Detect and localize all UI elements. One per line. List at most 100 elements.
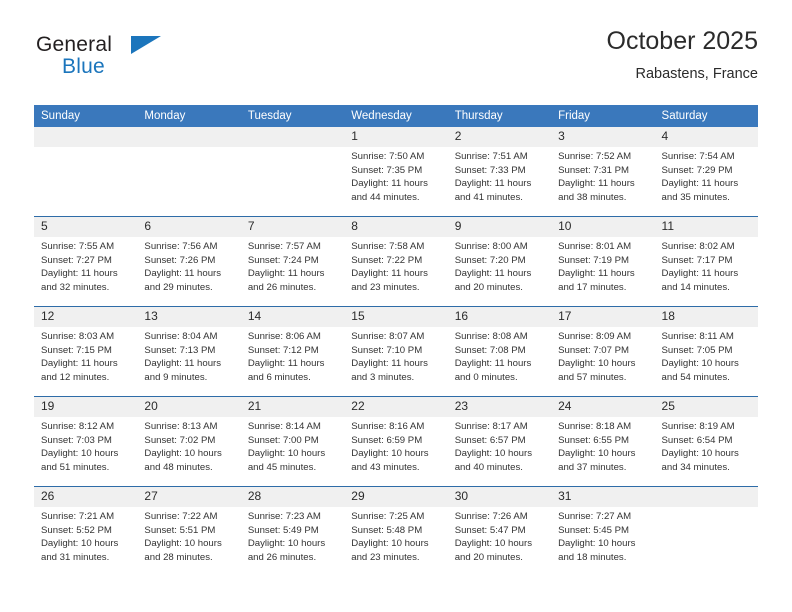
sunrise-text: Sunrise: 8:08 AM — [454, 331, 528, 343]
daylight-text-line2: and 3 minutes. — [351, 372, 415, 384]
daylight-text-line2: and 14 minutes. — [661, 282, 730, 294]
day-cell[interactable] — [34, 127, 138, 217]
sunrise-text: Sunrise: 7:22 AM — [144, 511, 218, 523]
day-info: Sunrise: 7:55 AM Sunset: 7:27 PM Dayligh… — [34, 237, 137, 294]
sunset-text: Sunset: 5:51 PM — [144, 524, 216, 536]
day-info: Sunrise: 7:52 AM Sunset: 7:31 PM Dayligh… — [551, 147, 654, 204]
day-cell[interactable]: 3 Sunrise: 7:52 AM Sunset: 7:31 PM Dayli… — [551, 127, 655, 217]
daylight-text-line1: Daylight: 10 hours — [144, 538, 222, 550]
day-cell[interactable]: 29 Sunrise: 7:25 AM Sunset: 5:48 PM Dayl… — [344, 486, 448, 576]
day-cell[interactable] — [654, 486, 758, 576]
daylight-text-line2: and 6 minutes. — [247, 372, 311, 384]
day-cell[interactable]: 18 Sunrise: 8:11 AM Sunset: 7:05 PM Dayl… — [654, 306, 758, 397]
day-cell[interactable]: 5 Sunrise: 7:55 AM Sunset: 7:27 PM Dayli… — [34, 216, 138, 307]
day-cell[interactable]: 30 Sunrise: 7:26 AM Sunset: 5:47 PM Dayl… — [447, 486, 552, 576]
day-number: 20 — [137, 397, 241, 418]
day-cell[interactable]: 14 Sunrise: 8:06 AM Sunset: 7:12 PM Dayl… — [240, 306, 345, 397]
day-cell[interactable]: 21 Sunrise: 8:14 AM Sunset: 7:00 PM Dayl… — [240, 396, 345, 487]
day-cell[interactable]: 22 Sunrise: 8:16 AM Sunset: 6:59 PM Dayl… — [344, 396, 448, 487]
daylight-text-line1: Daylight: 11 hours — [41, 268, 118, 280]
day-cell[interactable] — [137, 127, 241, 217]
day-cell[interactable]: 15 Sunrise: 8:07 AM Sunset: 7:10 PM Dayl… — [344, 306, 448, 397]
day-info: Sunrise: 8:17 AM Sunset: 6:57 PM Dayligh… — [448, 417, 551, 474]
day-cell[interactable]: 2 Sunrise: 7:51 AM Sunset: 7:33 PM Dayli… — [447, 127, 552, 217]
day-info: Sunrise: 8:07 AM Sunset: 7:10 PM Dayligh… — [344, 327, 447, 384]
daylight-text-line1: Daylight: 10 hours — [247, 448, 326, 460]
day-cell[interactable]: 27 Sunrise: 7:22 AM Sunset: 5:51 PM Dayl… — [137, 486, 241, 576]
daylight-text-line2: and 0 minutes. — [454, 372, 518, 384]
day-cell[interactable]: 9 Sunrise: 8:00 AM Sunset: 7:20 PM Dayli… — [447, 216, 552, 307]
day-info: Sunrise: 7:22 AM Sunset: 5:51 PM Dayligh… — [137, 507, 240, 564]
sunrise-text: Sunrise: 7:21 AM — [41, 511, 115, 523]
daylight-text-line1: Daylight: 10 hours — [558, 358, 636, 370]
sunrise-text: Sunrise: 8:04 AM — [144, 331, 218, 343]
sunrise-text: Sunrise: 8:16 AM — [351, 421, 425, 433]
day-cell[interactable]: 24 Sunrise: 8:18 AM Sunset: 6:55 PM Dayl… — [551, 396, 655, 487]
sunrise-text: Sunrise: 8:13 AM — [144, 421, 218, 433]
day-cell[interactable]: 8 Sunrise: 7:58 AM Sunset: 7:22 PM Dayli… — [344, 216, 448, 307]
day-info — [137, 147, 240, 150]
day-number: 21 — [240, 397, 345, 418]
sunset-text: Sunset: 7:27 PM — [41, 254, 112, 266]
daylight-text-line2: and 45 minutes. — [247, 462, 317, 474]
day-number: 17 — [551, 307, 655, 328]
day-number: 1 — [344, 127, 448, 148]
day-number: 10 — [551, 217, 655, 238]
day-cell[interactable]: 11 Sunrise: 8:02 AM Sunset: 7:17 PM Dayl… — [654, 216, 758, 307]
day-number: 24 — [551, 397, 655, 418]
day-cell[interactable]: 6 Sunrise: 7:56 AM Sunset: 7:26 PM Dayli… — [137, 216, 241, 307]
day-cell[interactable]: 26 Sunrise: 7:21 AM Sunset: 5:52 PM Dayl… — [34, 486, 138, 576]
daylight-text-line2: and 23 minutes. — [351, 282, 420, 294]
general-blue-logo[interactable]: General Blue — [34, 32, 234, 88]
weekday-header-wednesday: Wednesday — [344, 105, 448, 127]
day-cell[interactable]: 17 Sunrise: 8:09 AM Sunset: 7:07 PM Dayl… — [551, 306, 655, 397]
day-cell[interactable] — [240, 127, 345, 217]
day-cell[interactable]: 31 Sunrise: 7:27 AM Sunset: 5:45 PM Dayl… — [551, 486, 655, 576]
day-cell[interactable]: 10 Sunrise: 8:01 AM Sunset: 7:19 PM Dayl… — [551, 216, 655, 307]
day-number: 4 — [654, 127, 758, 148]
sunrise-text: Sunrise: 8:02 AM — [661, 241, 735, 253]
sunrise-text: Sunrise: 8:11 AM — [661, 331, 734, 343]
sunset-text: Sunset: 7:31 PM — [558, 164, 630, 176]
daylight-text-line2: and 12 minutes. — [41, 372, 110, 384]
daylight-text-line2: and 9 minutes. — [144, 372, 208, 384]
day-number — [137, 127, 241, 147]
sunset-text: Sunset: 7:17 PM — [661, 254, 733, 266]
day-cell[interactable]: 25 Sunrise: 8:19 AM Sunset: 6:54 PM Dayl… — [654, 396, 758, 487]
daylight-text-line1: Daylight: 10 hours — [454, 538, 533, 550]
day-number: 15 — [344, 307, 448, 328]
daylight-text-line2: and 38 minutes. — [558, 192, 627, 204]
day-info: Sunrise: 7:50 AM Sunset: 7:35 PM Dayligh… — [344, 147, 447, 204]
day-cell[interactable]: 16 Sunrise: 8:08 AM Sunset: 7:08 PM Dayl… — [447, 306, 552, 397]
sunrise-text: Sunrise: 7:26 AM — [454, 511, 528, 523]
day-cell[interactable]: 28 Sunrise: 7:23 AM Sunset: 5:49 PM Dayl… — [240, 486, 345, 576]
day-cell[interactable]: 4 Sunrise: 7:54 AM Sunset: 7:29 PM Dayli… — [654, 127, 758, 217]
day-cell[interactable]: 7 Sunrise: 7:57 AM Sunset: 7:24 PM Dayli… — [240, 216, 345, 307]
day-cell[interactable]: 23 Sunrise: 8:17 AM Sunset: 6:57 PM Dayl… — [447, 396, 552, 487]
daylight-text-line1: Daylight: 10 hours — [351, 448, 429, 460]
day-cell[interactable]: 20 Sunrise: 8:13 AM Sunset: 7:02 PM Dayl… — [137, 396, 241, 487]
day-number: 23 — [447, 397, 552, 418]
day-cell[interactable]: 1 Sunrise: 7:50 AM Sunset: 7:35 PM Dayli… — [344, 127, 448, 217]
day-number: 27 — [137, 487, 241, 508]
sunrise-text: Sunrise: 7:58 AM — [351, 241, 425, 253]
sunset-text: Sunset: 6:54 PM — [661, 434, 733, 446]
daylight-text-line2: and 20 minutes. — [454, 552, 523, 564]
title-block: October 2025 Rabastens, France — [607, 27, 759, 82]
sunrise-text: Sunrise: 7:56 AM — [144, 241, 218, 253]
calendar-week-row: 26 Sunrise: 7:21 AM Sunset: 5:52 PM Dayl… — [34, 486, 758, 576]
day-cell[interactable]: 19 Sunrise: 8:12 AM Sunset: 7:03 PM Dayl… — [34, 396, 138, 487]
daylight-text-line1: Daylight: 10 hours — [144, 448, 222, 460]
sunset-text: Sunset: 5:49 PM — [247, 524, 319, 536]
day-cell[interactable]: 12 Sunrise: 8:03 AM Sunset: 7:15 PM Dayl… — [34, 306, 138, 397]
daylight-text-line1: Daylight: 11 hours — [351, 268, 428, 280]
daylight-text-line2: and 26 minutes. — [247, 552, 317, 564]
day-info: Sunrise: 8:18 AM Sunset: 6:55 PM Dayligh… — [551, 417, 654, 474]
daylight-text-line2: and 41 minutes. — [454, 192, 523, 204]
daylight-text-line2: and 29 minutes. — [144, 282, 213, 294]
page-subtitle: Rabastens, France — [635, 65, 758, 82]
sunset-text: Sunset: 6:57 PM — [454, 434, 526, 446]
day-info: Sunrise: 7:54 AM Sunset: 7:29 PM Dayligh… — [655, 147, 758, 204]
daylight-text-line2: and 26 minutes. — [247, 282, 317, 294]
day-cell[interactable]: 13 Sunrise: 8:04 AM Sunset: 7:13 PM Dayl… — [137, 306, 241, 397]
